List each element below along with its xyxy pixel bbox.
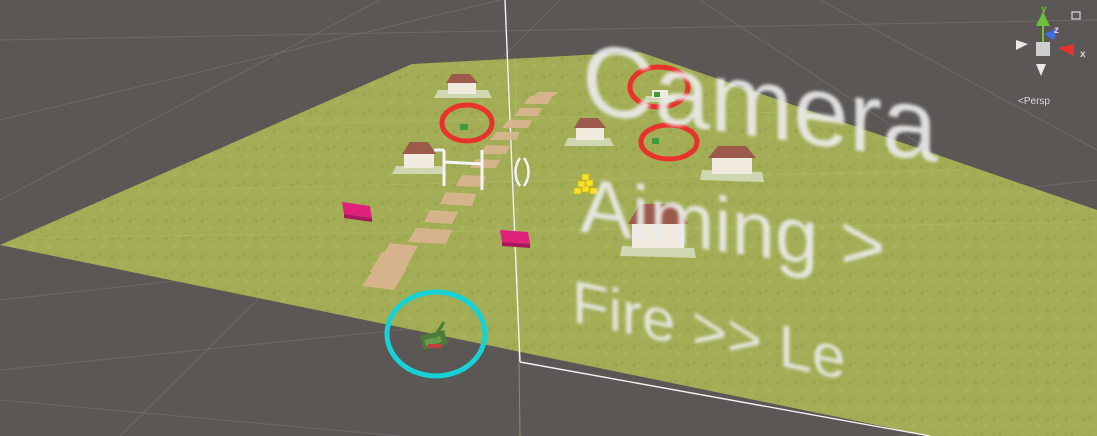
enemy-tank-1[interactable] xyxy=(460,124,468,130)
pink-block-2[interactable] xyxy=(500,230,530,248)
z-axis-label: z xyxy=(1054,25,1059,36)
neg-x-cone[interactable] xyxy=(1016,40,1028,50)
y-axis-label: y xyxy=(1041,4,1047,15)
x-axis-cone[interactable] xyxy=(1058,44,1074,56)
x-axis-label: x xyxy=(1080,49,1086,60)
neg-y-cone[interactable] xyxy=(1036,64,1046,76)
projection-label[interactable]: <Persp xyxy=(1018,96,1050,107)
gizmo-center-cube[interactable] xyxy=(1036,42,1050,56)
orientation-gizmo[interactable]: y z x <Persp xyxy=(1016,4,1086,107)
scene-viewport[interactable]: Camera Aiming > Fire >> Le y z x <Persp xyxy=(0,0,1097,436)
lock-icon[interactable] xyxy=(1071,11,1081,20)
